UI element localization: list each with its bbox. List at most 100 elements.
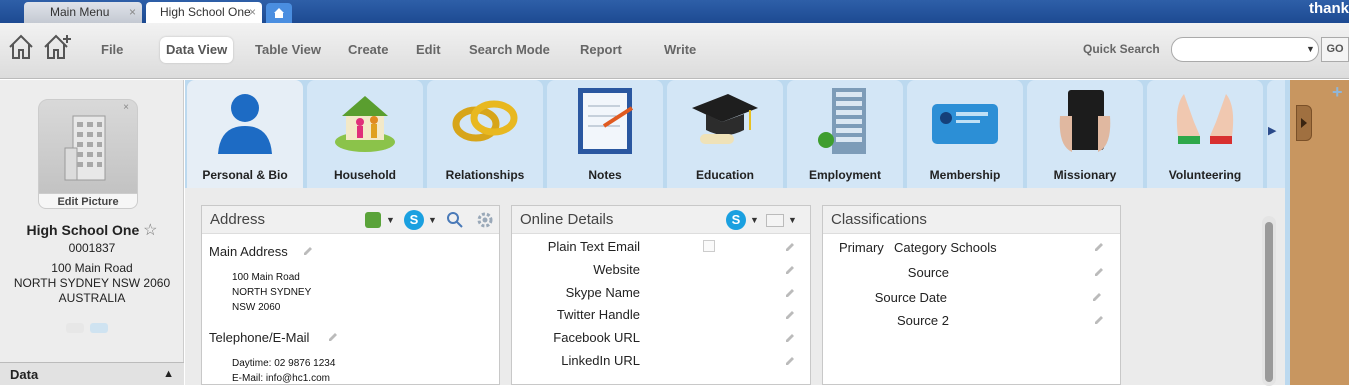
record-sidebar: × Edit Picture High School One ☆ 0001837… <box>0 80 184 385</box>
add-icon[interactable]: + <box>1332 82 1343 103</box>
chevron-up-icon[interactable]: ▲ <box>163 363 174 386</box>
record-id: 0001837 <box>68 241 116 255</box>
telephone-line: Daytime: 02 9876 1234 <box>232 358 336 369</box>
address-line: 100 Main Road <box>232 272 300 283</box>
menu-search-mode[interactable]: Search Mode <box>463 37 556 63</box>
quick-search-go-button[interactable]: GO <box>1321 37 1349 62</box>
content-area: Personal & Bio Household Relationships N… <box>185 80 1290 386</box>
scrollbar-thumb[interactable] <box>1265 222 1273 382</box>
brand-logo: thank <box>1308 0 1349 17</box>
pencil-icon[interactable] <box>784 355 796 367</box>
module-label: Education <box>695 168 754 182</box>
module-label: Notes <box>588 168 622 182</box>
pencil-icon[interactable] <box>1093 241 1105 253</box>
new-email-icon[interactable] <box>766 214 784 227</box>
helping-hands-icon <box>1176 94 1234 144</box>
classification-source-label: Source <box>907 265 949 280</box>
main-toolbar: File Data View Table View Create Edit Se… <box>0 23 1349 79</box>
search-icon[interactable] <box>446 211 464 229</box>
menu-data-view[interactable]: Data View <box>160 37 234 63</box>
field-plain-text-email: Plain Text Email <box>547 239 640 254</box>
menu-file[interactable]: File <box>95 37 129 63</box>
close-icon[interactable]: × <box>249 2 256 23</box>
plain-text-email-checkbox[interactable] <box>703 240 715 252</box>
pencil-icon[interactable] <box>1093 266 1105 278</box>
home-icon[interactable] <box>7 33 35 61</box>
membership-card-icon <box>932 104 998 144</box>
new-tab-button[interactable] <box>266 3 292 23</box>
sidebar-section-data[interactable]: Data ▲ <box>0 362 184 385</box>
chevron-down-icon[interactable]: ▼ <box>750 206 759 234</box>
record-address-line1: 100 Main Road <box>51 261 133 275</box>
menu-write[interactable]: Write <box>658 37 702 63</box>
module-tab-household[interactable]: Household <box>307 80 423 188</box>
chevron-down-icon[interactable]: ▼ <box>428 206 437 234</box>
module-tab-missionary[interactable]: Missionary <box>1027 80 1143 188</box>
record-name: High School One ☆ <box>0 220 184 240</box>
pencil-icon[interactable] <box>784 309 796 321</box>
record-country: AUSTRALIA <box>58 291 126 305</box>
close-icon[interactable]: × <box>123 102 129 113</box>
record-address-line2: NORTH SYDNEY NSW 2060 <box>13 276 171 290</box>
pencil-icon[interactable] <box>784 332 796 344</box>
classification-primary-label: Primary <box>839 240 884 255</box>
pencil-icon[interactable] <box>1091 291 1103 303</box>
close-icon[interactable]: × <box>129 2 136 23</box>
home-icon <box>274 8 284 18</box>
tab-high-school-one[interactable]: High School One × <box>146 2 262 23</box>
module-tab-personal-bio[interactable]: Personal & Bio <box>187 80 303 188</box>
edit-picture-button[interactable]: Edit Picture <box>38 193 138 209</box>
skype-icon[interactable]: S <box>726 210 746 230</box>
classifications-panel: Classifications Primary Category Schools… <box>822 205 1121 385</box>
window-tab-bar: Main Menu × High School One × thank <box>0 0 1349 23</box>
chevron-down-icon[interactable]: ▼ <box>1306 44 1315 54</box>
panel-title: Classifications <box>831 211 927 228</box>
panel-title: Online Details <box>520 211 614 228</box>
expand-panel-tab[interactable] <box>1296 105 1312 141</box>
pencil-icon[interactable] <box>327 331 339 343</box>
module-label: Household <box>334 168 396 182</box>
star-icon[interactable]: ☆ <box>143 222 157 239</box>
menu-edit[interactable]: Edit <box>410 37 447 63</box>
module-tab-membership[interactable]: Membership <box>907 80 1023 188</box>
chevron-right-icon[interactable]: ▶ <box>1268 124 1276 137</box>
bible-icon <box>1059 90 1111 152</box>
module-tab-education[interactable]: Education <box>667 80 783 188</box>
panel-scrollbar[interactable] <box>1262 216 1276 386</box>
chevron-down-icon[interactable]: ▼ <box>788 206 797 234</box>
tab-main-menu-label: Main Menu <box>50 5 110 19</box>
module-tab-volunteering[interactable]: Volunteering <box>1147 80 1263 188</box>
menu-report[interactable]: Report <box>574 37 628 63</box>
add-home-icon[interactable] <box>42 33 74 61</box>
skype-icon[interactable]: S <box>404 210 424 230</box>
tab-main-menu[interactable]: Main Menu × <box>24 2 142 23</box>
pencil-icon[interactable] <box>784 264 796 276</box>
pencil-icon[interactable] <box>784 287 796 299</box>
module-label: Membership <box>929 168 1001 182</box>
module-label: Personal & Bio <box>202 168 288 182</box>
field-facebook-url: Facebook URL <box>553 330 640 345</box>
pencil-icon[interactable] <box>302 245 314 257</box>
graduation-cap-icon <box>692 94 758 144</box>
pencil-icon[interactable] <box>1093 314 1105 326</box>
field-linkedin-url: LinkedIn URL <box>561 353 640 368</box>
address-panel: Address ▼ S ▼ Main Address 100 Main Road… <box>201 205 500 385</box>
quick-search-input[interactable] <box>1171 37 1319 62</box>
address-panel-header: Address ▼ S ▼ <box>202 206 499 234</box>
module-label: Missionary <box>1053 168 1117 182</box>
building-icon <box>64 115 106 181</box>
rings-icon <box>452 100 518 142</box>
sidebar-section-label: Data <box>10 367 39 382</box>
module-tab-employment[interactable]: Employment <box>787 80 903 188</box>
field-website: Website <box>593 262 640 277</box>
side-panel: + <box>1290 80 1349 385</box>
classification-primary-value: Category Schools <box>894 240 997 255</box>
gear-icon[interactable] <box>476 211 494 229</box>
menu-create[interactable]: Create <box>342 37 394 63</box>
chevron-down-icon[interactable]: ▼ <box>386 206 395 234</box>
module-tab-notes[interactable]: Notes <box>547 80 663 188</box>
menu-table-view[interactable]: Table View <box>249 37 327 63</box>
pencil-icon[interactable] <box>784 241 796 253</box>
map-icon[interactable] <box>365 212 381 228</box>
module-tab-relationships[interactable]: Relationships <box>427 80 543 188</box>
